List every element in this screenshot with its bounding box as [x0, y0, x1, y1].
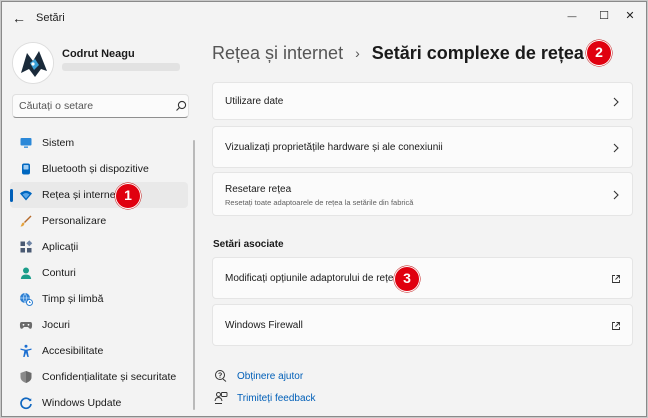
sidebar-nav: Sistem Bluetooth și dispozitive Rețea și…: [10, 130, 188, 416]
sidebar-item-gaming[interactable]: Jocuri: [10, 312, 188, 338]
get-help-label: Obținere ajutor: [237, 370, 304, 382]
maximize-icon: ☐: [599, 10, 609, 22]
apps-icon: [19, 240, 33, 254]
sidebar-item-system[interactable]: Sistem: [10, 130, 188, 156]
sidebar-item-label: Conturi: [42, 267, 76, 279]
gamepad-icon: [19, 318, 33, 332]
person-icon: [19, 266, 33, 280]
maximize-button[interactable]: ☐: [590, 5, 618, 25]
send-feedback-label: Trimiteți feedback: [237, 392, 316, 404]
annotation-badge-2: 2: [586, 40, 612, 66]
sidebar-item-label: Accesibilitate: [42, 345, 104, 357]
sidebar-item-time-language[interactable]: Timp și limbă: [10, 286, 188, 312]
brush-icon: [19, 214, 33, 228]
sidebar-item-network[interactable]: Rețea și internet: [10, 182, 188, 208]
related-settings-heading: Setări asociate: [213, 239, 284, 250]
app-title: Setări: [36, 12, 65, 24]
back-button[interactable]: ←: [8, 8, 30, 28]
sidebar-item-label: Timp și limbă: [42, 293, 104, 305]
accessibility-icon: [19, 344, 33, 358]
data-usage-card[interactable]: Utilizare date: [212, 82, 633, 120]
chevron-right-icon: [613, 190, 619, 200]
profile-name: Codrut Neagu: [62, 48, 135, 60]
network-reset-card[interactable]: Resetare rețea Resetați toate adaptoarel…: [212, 172, 633, 216]
sidebar-item-label: Bluetooth și dispozitive: [42, 163, 149, 175]
external-link-icon: [612, 275, 620, 283]
wifi-icon: [19, 188, 33, 202]
annotation-badge-1: 1: [115, 183, 141, 209]
minimize-button[interactable]: —: [558, 5, 586, 25]
feedback-icon: [214, 391, 228, 405]
sidebar-item-accounts[interactable]: Conturi: [10, 260, 188, 286]
chevron-right-icon: [613, 143, 619, 153]
breadcrumb-separator-icon: ›: [355, 45, 360, 61]
sidebar-scrollbar[interactable]: [193, 140, 195, 410]
sidebar-item-label: Confidențialitate și securitate: [42, 371, 177, 383]
search-input[interactable]: [19, 98, 169, 114]
data-usage-label: Utilizare date: [225, 96, 284, 107]
back-arrow-icon: ←: [12, 10, 26, 26]
sidebar-item-windows-update[interactable]: Windows Update: [10, 390, 188, 416]
windows-firewall-label: Windows Firewall: [225, 320, 303, 331]
hardware-properties-label: Vizualizați proprietățile hardware și al…: [225, 142, 443, 153]
sidebar-item-label: Aplicații: [42, 241, 79, 253]
sidebar-item-label: Rețea și internet: [42, 189, 119, 201]
send-feedback-link[interactable]: Trimiteți feedback: [214, 390, 316, 406]
minimize-icon: —: [567, 11, 577, 21]
hardware-properties-card[interactable]: Vizualizați proprietățile hardware și al…: [212, 126, 633, 168]
close-button[interactable]: ✕: [616, 5, 644, 25]
sidebar-item-bluetooth[interactable]: Bluetooth și dispozitive: [10, 156, 188, 182]
globe-clock-icon: [19, 292, 33, 306]
sidebar-item-privacy-security[interactable]: Confidențialitate și securitate: [10, 364, 188, 390]
update-icon: [19, 396, 33, 410]
sidebar-item-label: Windows Update: [42, 397, 122, 409]
sidebar-item-apps[interactable]: Aplicații: [10, 234, 188, 260]
annotation-badge-3: 3: [394, 266, 420, 292]
sidebar-item-label: Sistem: [42, 137, 75, 149]
sidebar-item-label: Personalizare: [42, 215, 107, 227]
adapter-options-label: Modificați opțiunile adaptorului de rețe…: [225, 273, 399, 284]
network-reset-description: Resetați toate adaptoarele de rețea la s…: [225, 198, 414, 207]
bluetooth-icon: [19, 162, 33, 176]
monitor-icon: [19, 136, 33, 150]
adapter-options-card[interactable]: Modificați opțiunile adaptorului de rețe…: [212, 257, 633, 299]
sidebar-item-label: Jocuri: [42, 319, 71, 331]
shield-icon: [19, 370, 33, 384]
avatar-image-icon: [13, 43, 53, 83]
windows-firewall-card[interactable]: Windows Firewall: [212, 304, 633, 346]
close-icon: ✕: [625, 10, 635, 22]
breadcrumb: Rețea și internet › Setări complexe de r…: [212, 40, 584, 66]
page-title: Setări complexe de rețea: [371, 42, 584, 63]
avatar[interactable]: [12, 42, 54, 84]
search-icon[interactable]: [174, 99, 188, 113]
external-link-icon: [612, 322, 620, 330]
title-bar: ← Setări — ☐ ✕: [2, 2, 646, 34]
profile-email-redacted: [62, 63, 180, 71]
settings-window: ← Setări — ☐ ✕ Codrut Neagu Căutați o se…: [1, 1, 647, 417]
sidebar-item-personalization[interactable]: Personalizare: [10, 208, 188, 234]
search-box[interactable]: [12, 94, 189, 118]
network-reset-label: Resetare rețea: [225, 184, 292, 195]
help-chat-icon: [214, 369, 228, 383]
sidebar-item-accessibility[interactable]: Accesibilitate: [10, 338, 188, 364]
breadcrumb-parent-link[interactable]: Rețea și internet: [212, 43, 343, 64]
get-help-link[interactable]: Obținere ajutor: [214, 368, 303, 384]
chevron-right-icon: [613, 97, 619, 107]
